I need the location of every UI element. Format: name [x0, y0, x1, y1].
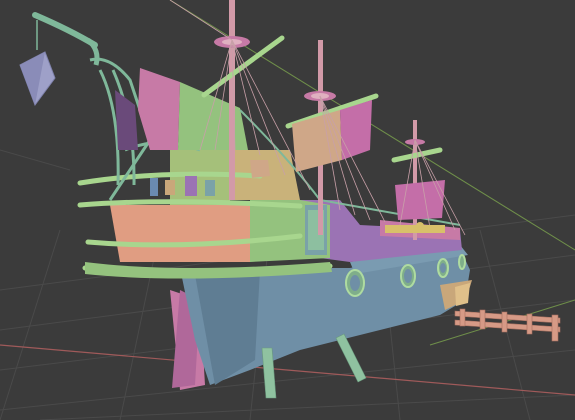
3d-viewport[interactable] — [0, 0, 575, 420]
ship-model-render — [0, 0, 575, 420]
stern-panel-pink — [138, 68, 180, 150]
stern-panel-green — [178, 82, 248, 150]
stern-window-dark — [115, 90, 138, 150]
